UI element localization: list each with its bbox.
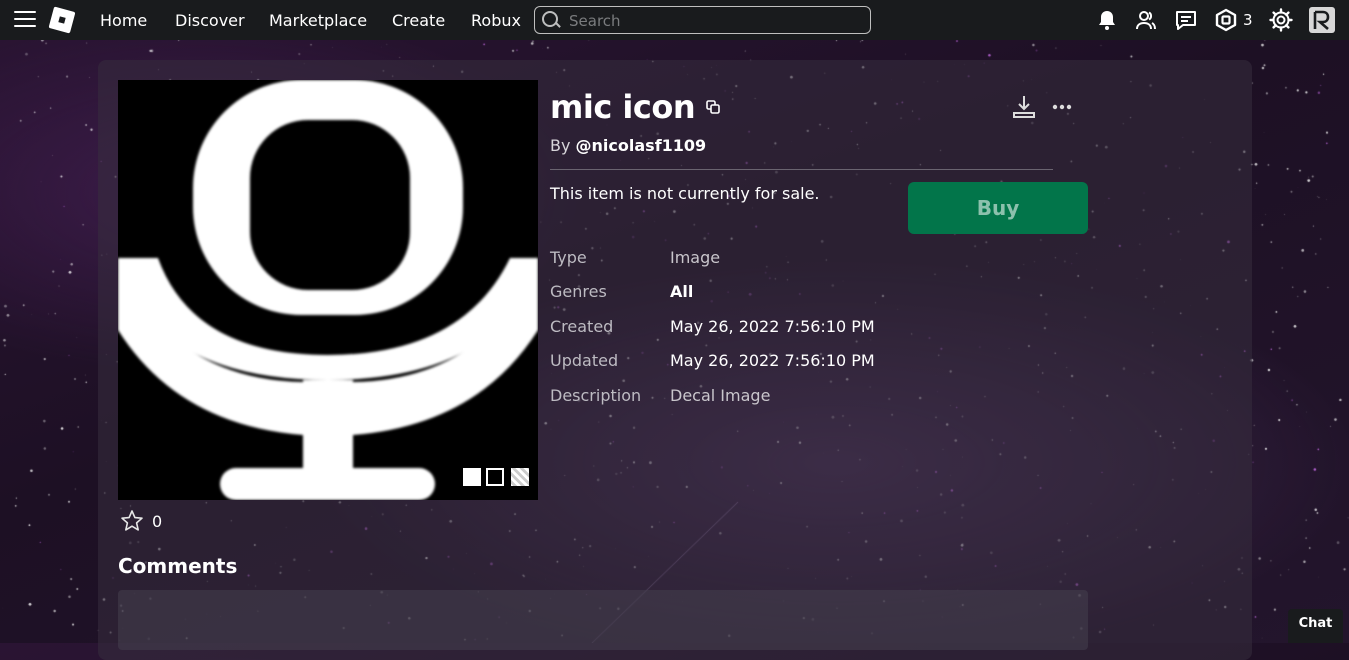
background-black-swatch[interactable] <box>486 468 504 486</box>
search-bar[interactable] <box>534 6 871 34</box>
buy-button[interactable]: Buy <box>908 182 1088 234</box>
nav-discover-link[interactable]: Discover <box>175 11 245 30</box>
detail-label-genres: Genres <box>550 282 607 301</box>
detail-label-updated: Updated <box>550 351 619 370</box>
comments-section <box>118 590 1088 650</box>
search-icon <box>542 11 558 27</box>
detail-value-created: May 26, 2022 7:56:10 PM <box>670 317 875 336</box>
favorite-control[interactable]: 0 <box>120 509 162 533</box>
detail-value-type: Image <box>670 248 721 267</box>
user-avatar-icon[interactable] <box>1309 7 1335 33</box>
detail-label-description: Description <box>550 386 642 405</box>
roblox-logo-icon[interactable] <box>48 6 76 34</box>
robux-icon[interactable] <box>1214 8 1238 32</box>
detail-value-updated: May 26, 2022 7:56:10 PM <box>670 351 875 370</box>
background-white-swatch[interactable] <box>463 468 481 486</box>
nav-marketplace-link[interactable]: Marketplace <box>269 11 367 30</box>
menu-icon[interactable] <box>14 11 36 29</box>
nav-robux-link[interactable]: Robux <box>471 11 521 30</box>
friends-icon[interactable] <box>1134 8 1158 32</box>
comments-heading: Comments <box>118 554 238 578</box>
microphone-icon <box>118 80 538 500</box>
robux-balance: 3 <box>1243 11 1253 29</box>
item-title: mic icon <box>550 88 696 126</box>
detail-label-created: Created <box>550 317 614 336</box>
item-thumbnail <box>118 80 538 500</box>
detail-value-description: Decal Image <box>670 386 771 405</box>
nav-create-link[interactable]: Create <box>392 11 445 30</box>
more-options-icon[interactable] <box>1052 103 1072 111</box>
sale-status-text: This item is not currently for sale. <box>550 184 820 203</box>
detail-label-type: Type <box>550 248 587 267</box>
background-transparent-swatch[interactable] <box>511 468 529 486</box>
notifications-bell-icon[interactable] <box>1095 8 1119 32</box>
divider <box>550 169 1053 170</box>
favorite-count: 0 <box>152 511 163 531</box>
messages-icon[interactable] <box>1174 8 1198 32</box>
creator-link[interactable]: @nicolasf1109 <box>576 136 707 155</box>
creator-byline: By @nicolasf1109 <box>550 136 706 155</box>
chat-button[interactable]: Chat <box>1288 609 1343 643</box>
download-icon[interactable] <box>1012 94 1036 120</box>
settings-gear-icon[interactable] <box>1269 8 1293 32</box>
favorite-star-icon[interactable] <box>120 509 144 533</box>
detail-value-genres[interactable]: All <box>670 282 693 301</box>
byline-prefix: By <box>550 136 576 155</box>
copy-link-icon[interactable] <box>706 100 720 114</box>
top-navigation-bar: Home Discover Marketplace Create Robux 3 <box>0 0 1349 40</box>
search-input[interactable] <box>567 10 861 32</box>
nav-home-link[interactable]: Home <box>100 11 147 30</box>
